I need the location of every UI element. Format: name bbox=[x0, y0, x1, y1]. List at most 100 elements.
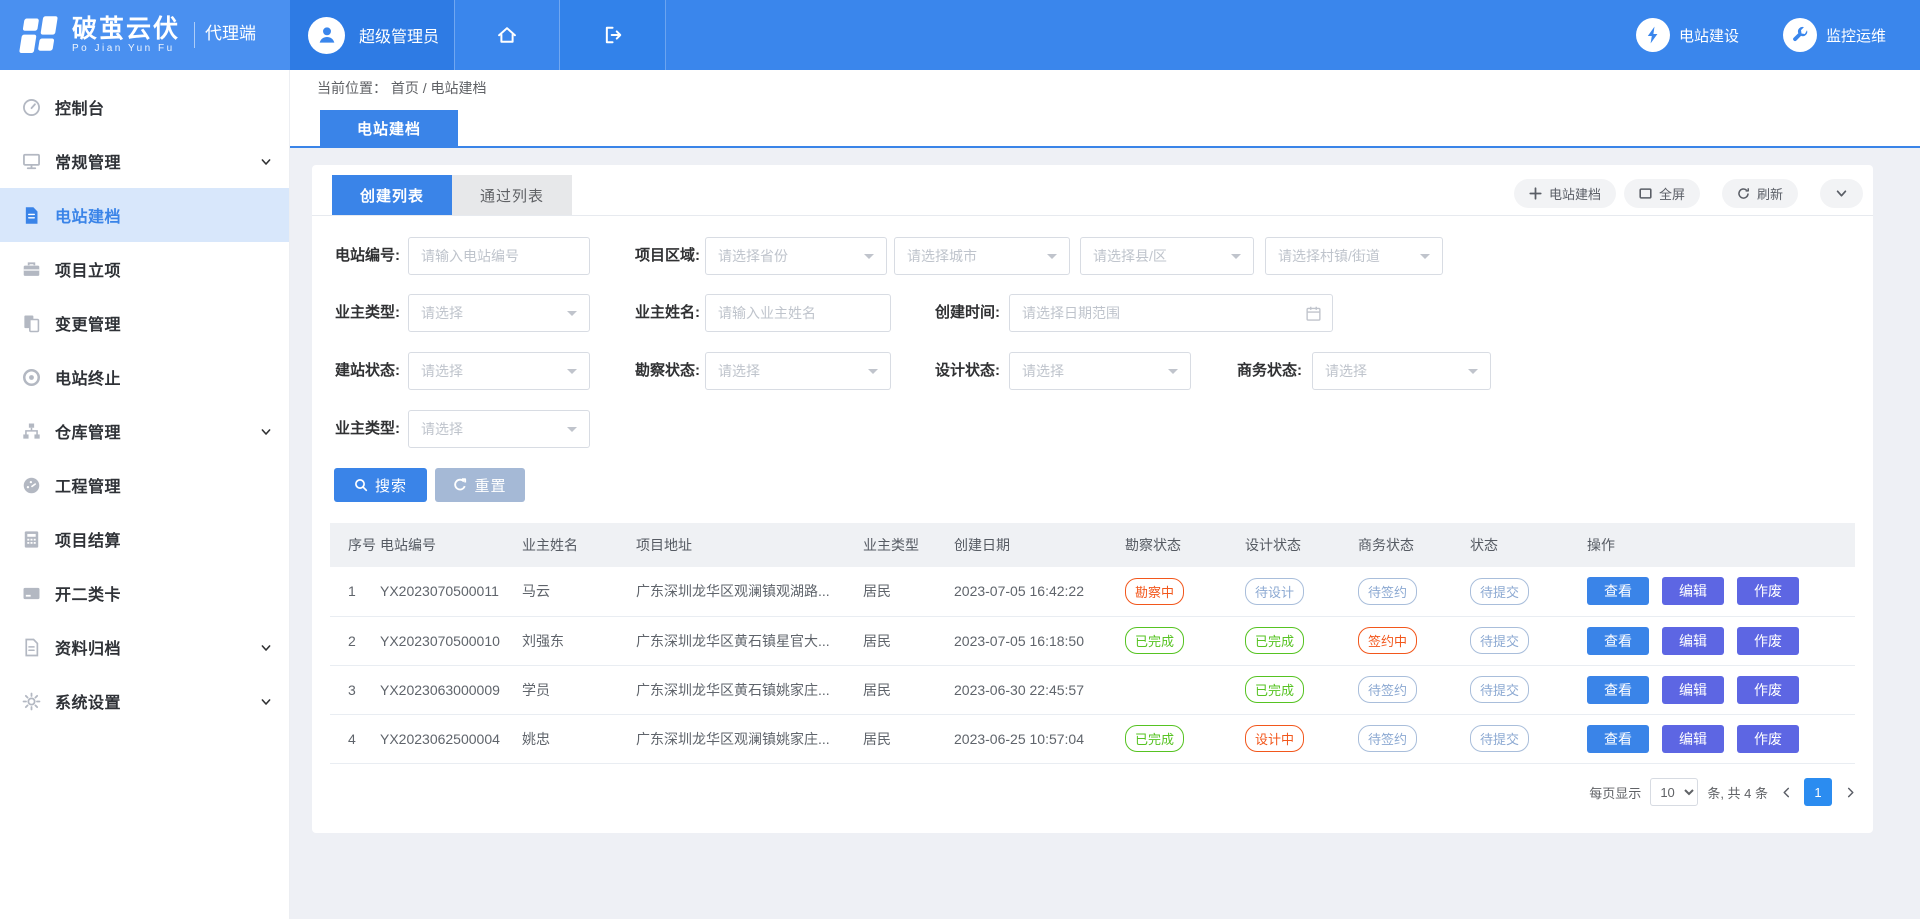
sidebar-item-label: 项目立项 bbox=[55, 257, 121, 281]
edit-button[interactable]: 编辑 bbox=[1662, 725, 1724, 753]
station-table: 序号电站编号业主姓名项目地址业主类型创建日期勘察状态设计状态商务状态状态操作 1… bbox=[330, 523, 1855, 764]
search-button[interactable]: 搜索 bbox=[334, 468, 427, 502]
status-badge-business: 待签约 bbox=[1358, 725, 1417, 752]
calendar-icon bbox=[1305, 305, 1322, 322]
table-header-cell: 业主姓名 bbox=[522, 523, 636, 567]
card-icon bbox=[21, 583, 42, 604]
cell-business: 签约中 bbox=[1358, 616, 1470, 665]
status-badge-design: 已完成 bbox=[1245, 676, 1304, 703]
cell-design: 设计中 bbox=[1245, 714, 1358, 763]
view-button[interactable]: 查看 bbox=[1587, 676, 1649, 704]
nav-station-build[interactable]: 电站建设 bbox=[1636, 18, 1739, 52]
void-button[interactable]: 作废 bbox=[1737, 627, 1799, 655]
sidebar-item-gauge[interactable]: 工程管理 bbox=[0, 458, 289, 512]
user-menu[interactable]: 超级管理员 bbox=[290, 0, 454, 70]
sidebar-item-monitor[interactable]: 常规管理 bbox=[0, 134, 289, 188]
user-name: 超级管理员 bbox=[359, 23, 439, 47]
status-badge-survey: 已完成 bbox=[1125, 725, 1184, 752]
edit-button[interactable]: 编辑 bbox=[1662, 577, 1724, 605]
void-button[interactable]: 作废 bbox=[1737, 676, 1799, 704]
home-button[interactable] bbox=[454, 0, 560, 70]
owner_type_2-select[interactable]: 请选择 bbox=[408, 410, 590, 448]
next-page-button[interactable] bbox=[1841, 778, 1859, 806]
status-badge-status: 待提交 bbox=[1470, 676, 1529, 703]
breadcrumb: 当前位置： 首页 / 电站建档 bbox=[290, 70, 1920, 106]
view-button[interactable]: 查看 bbox=[1587, 577, 1649, 605]
chevron-down-icon bbox=[260, 425, 272, 437]
lightning-icon bbox=[1636, 18, 1670, 52]
logout-button[interactable] bbox=[560, 0, 666, 70]
cell-actions: 查看编辑作废 bbox=[1587, 665, 1855, 714]
survey_status-select[interactable]: 请选择 bbox=[705, 352, 891, 390]
brand-tag: 代理端 bbox=[205, 19, 256, 52]
sidebar-item-label: 控制台 bbox=[55, 95, 105, 119]
logout-icon bbox=[602, 24, 624, 46]
reset-button[interactable]: 重置 bbox=[435, 468, 525, 502]
sidebar-item-calculator[interactable]: 项目结算 bbox=[0, 512, 289, 566]
project_region-select-2[interactable]: 请选择县/区 bbox=[1080, 237, 1254, 275]
cell-owner-name: 姚忠 bbox=[522, 714, 636, 763]
table-header-cell: 操作 bbox=[1587, 523, 1855, 567]
sidebar-item-document[interactable]: 电站建档 bbox=[0, 188, 289, 242]
nav-monitor-ops[interactable]: 监控运维 bbox=[1783, 18, 1886, 52]
prev-page-button[interactable] bbox=[1777, 778, 1795, 806]
table-header-cell: 业主类型 bbox=[863, 523, 954, 567]
sidebar-item-briefcase[interactable]: 项目立项 bbox=[0, 242, 289, 296]
chevron-left-icon bbox=[1781, 787, 1792, 798]
edit-button[interactable]: 编辑 bbox=[1662, 627, 1724, 655]
add-station-button-label: 电站建档 bbox=[1549, 184, 1601, 203]
briefcase-icon bbox=[21, 259, 42, 280]
design_status-select[interactable]: 请选择 bbox=[1009, 352, 1191, 390]
pages-icon bbox=[21, 313, 42, 334]
nav-monitor-ops-label: 监控运维 bbox=[1826, 25, 1886, 46]
project_region-select-1[interactable]: 请选择城市 bbox=[894, 237, 1070, 275]
create_time-date-range[interactable]: 请选择日期范围 bbox=[1009, 294, 1333, 332]
project_region-select-3[interactable]: 请选择村镇/街道 bbox=[1265, 237, 1443, 275]
table-row: 2YX2023070500010刘强东广东深圳龙华区黄石镇星官大...居民202… bbox=[330, 616, 1855, 665]
business_status-select[interactable]: 请选择 bbox=[1312, 352, 1491, 390]
fullscreen-icon bbox=[1639, 187, 1652, 200]
avatar bbox=[308, 17, 345, 54]
build_status-placeholder: 请选择 bbox=[409, 353, 589, 389]
sidebar-item-settings[interactable]: 系统设置 bbox=[0, 674, 289, 728]
sidebar-item-target[interactable]: 电站终止 bbox=[0, 350, 289, 404]
tab-create-list[interactable]: 创建列表 bbox=[332, 175, 452, 215]
current-page-button[interactable]: 1 bbox=[1804, 778, 1832, 806]
tab-station-archive[interactable]: 电站建档 bbox=[320, 110, 458, 146]
status-badge-design: 已完成 bbox=[1245, 627, 1304, 654]
owner_type-select[interactable]: 请选择 bbox=[408, 294, 590, 332]
edit-button[interactable]: 编辑 bbox=[1662, 676, 1724, 704]
cell-address: 广东深圳龙华区黄石镇姚家庄... bbox=[636, 665, 863, 714]
sidebar-item-pages[interactable]: 变更管理 bbox=[0, 296, 289, 350]
brand-title-block: 破茧云伏 Po Jian Yun Fu bbox=[72, 16, 180, 54]
station_code-input[interactable] bbox=[409, 238, 589, 274]
table-header-cell: 设计状态 bbox=[1245, 523, 1358, 567]
owner_name-input[interactable] bbox=[706, 295, 890, 331]
sidebar-item-label: 资料归档 bbox=[55, 635, 121, 659]
page-size-select[interactable]: 10 bbox=[1650, 778, 1698, 806]
cell-index: 4 bbox=[330, 714, 380, 763]
build_status-select[interactable]: 请选择 bbox=[408, 352, 590, 390]
project_region-select-0[interactable]: 请选择省份 bbox=[705, 237, 887, 275]
header-mode-nav: 电站建设 监控运维 bbox=[1636, 0, 1920, 70]
void-button[interactable]: 作废 bbox=[1737, 577, 1799, 605]
view-button[interactable]: 查看 bbox=[1587, 725, 1649, 753]
cell-station-code: YX2023062500004 bbox=[380, 714, 522, 763]
sidebar-item-archive[interactable]: 资料归档 bbox=[0, 620, 289, 674]
refresh-button[interactable]: 刷新 bbox=[1722, 179, 1798, 208]
void-button[interactable]: 作废 bbox=[1737, 725, 1799, 753]
sidebar-item-dashboard[interactable]: 控制台 bbox=[0, 80, 289, 134]
sidebar-item-label: 系统设置 bbox=[55, 689, 121, 713]
filter-label-project_region: 项目区域: bbox=[612, 237, 700, 275]
cell-survey: 已完成 bbox=[1125, 714, 1245, 763]
fullscreen-button[interactable]: 全屏 bbox=[1624, 179, 1700, 208]
sidebar-item-org[interactable]: 仓库管理 bbox=[0, 404, 289, 458]
collapse-button[interactable] bbox=[1820, 179, 1863, 208]
filter-label-build_status: 建站状态: bbox=[312, 352, 400, 390]
document-icon bbox=[21, 205, 42, 226]
sidebar-item-card[interactable]: 开二类卡 bbox=[0, 566, 289, 620]
view-button[interactable]: 查看 bbox=[1587, 627, 1649, 655]
project_region-placeholder-2: 请选择县/区 bbox=[1081, 238, 1253, 274]
add-station-button[interactable]: 电站建档 bbox=[1514, 179, 1616, 208]
tab-passed-list[interactable]: 通过列表 bbox=[452, 175, 572, 215]
